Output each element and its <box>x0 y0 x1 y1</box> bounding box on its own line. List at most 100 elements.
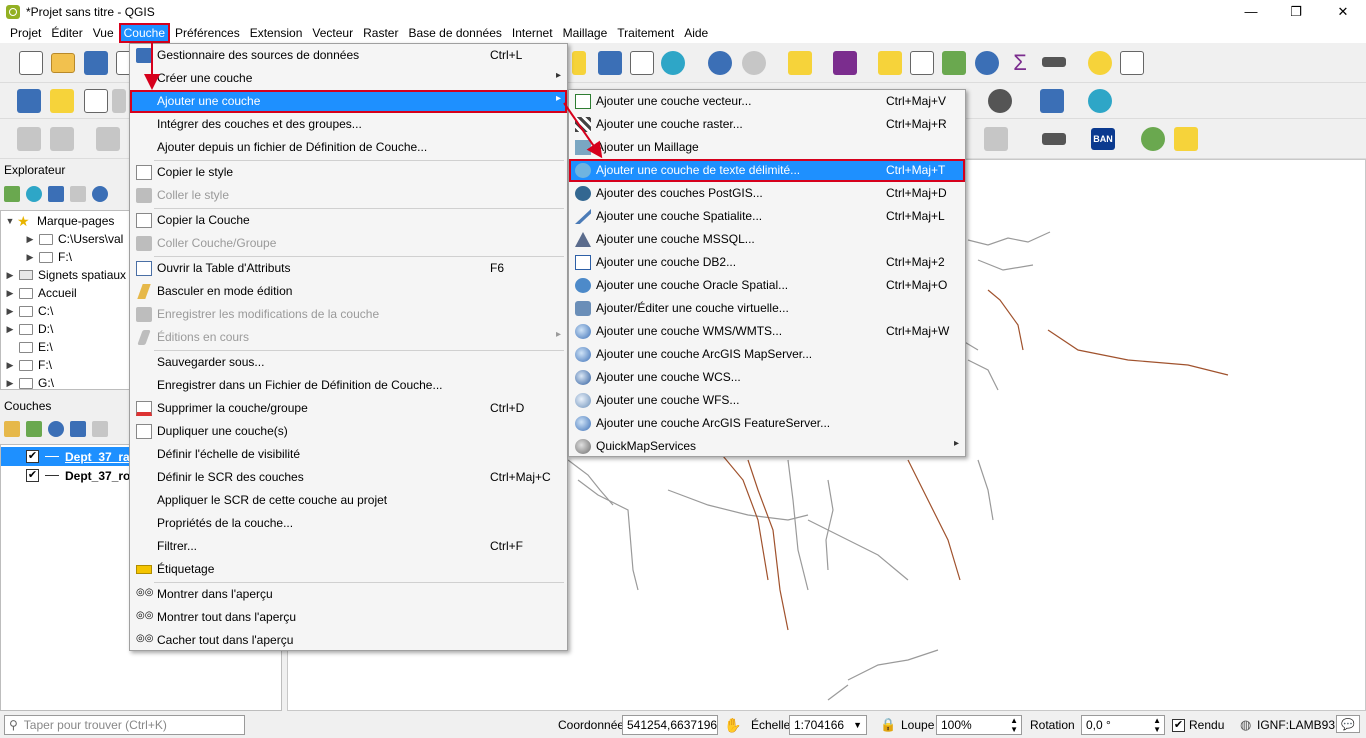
menu-item-add-layer[interactable]: Ajouter une couche ▸ <box>130 90 567 113</box>
identify-icon[interactable] <box>708 51 732 75</box>
menu-traitement[interactable]: Traitement <box>612 23 679 43</box>
zoom-actions-icon[interactable] <box>742 51 766 75</box>
tree-item-home[interactable]: ▶ Accueil <box>5 284 77 302</box>
collapsed-caret-icon[interactable]: ▶ <box>5 306 15 317</box>
menu-item-add-delimited-text-layer[interactable]: Ajouter une couche de texte délimité... … <box>569 159 965 182</box>
menu-couche[interactable]: Couche <box>118 23 170 43</box>
add-more-toolbar-icon[interactable] <box>112 89 126 113</box>
menu-base-de-donnees[interactable]: Base de données <box>403 23 506 43</box>
menu-item-embed-layers[interactable]: Intégrer des couches et des groupes... <box>130 113 567 136</box>
menu-item-hide-all-in-overview[interactable]: Cacher tout dans l'aperçu <box>130 629 567 652</box>
gps-icon[interactable] <box>1088 89 1112 113</box>
digitize-icon[interactable] <box>17 127 41 151</box>
menu-preferences[interactable]: Préférences <box>170 23 245 43</box>
menu-item-add-spatialite-layer[interactable]: Ajouter une couche Spatialite... Ctrl+Ma… <box>569 205 965 228</box>
menu-item-show-in-overview[interactable]: Montrer dans l'aperçu <box>130 583 567 606</box>
menu-aide[interactable]: Aide <box>679 23 713 43</box>
collapsed-caret-icon[interactable]: ▶ <box>5 378 15 389</box>
deselect-icon[interactable] <box>878 51 902 75</box>
menu-item-paste-layer[interactable]: Coller Couche/Groupe <box>130 232 567 255</box>
menu-item-add-wms-layer[interactable]: Ajouter une couche WMS/WMTS... Ctrl+Maj+… <box>569 320 965 343</box>
menu-item-layer-properties[interactable]: Propriétés de la couche... <box>130 512 567 535</box>
menu-item-filter[interactable]: Filtrer... Ctrl+F <box>130 535 567 558</box>
measure-icon[interactable] <box>1042 57 1066 67</box>
select-by-expression-icon[interactable] <box>833 51 857 75</box>
coordinate-field[interactable]: 541254,6637196 <box>622 715 718 735</box>
menu-item-add-wfs-layer[interactable]: Ajouter une couche WFS... <box>569 389 965 412</box>
menu-vue[interactable]: Vue <box>88 23 119 43</box>
tree-item-drive-d[interactable]: ▶ D:\ <box>5 320 54 338</box>
layers-filter-icon[interactable] <box>70 421 86 437</box>
dropdown-arrow-icon[interactable]: ▼ <box>853 720 862 730</box>
menu-item-save-as-definition[interactable]: Enregistrer dans un Fichier de Définitio… <box>130 374 567 397</box>
menu-item-paste-style[interactable]: Coller le style <box>130 184 567 207</box>
new-project-icon[interactable] <box>19 51 43 75</box>
collapsed-caret-icon[interactable]: ▶ <box>5 360 15 371</box>
map-tips-icon[interactable] <box>1088 51 1112 75</box>
statistics-icon[interactable]: Σ <box>1008 51 1032 75</box>
add-raster-toolbar-icon[interactable] <box>50 89 74 113</box>
rotation-spinbox[interactable]: 0,0 ° ▲ ▼ <box>1081 715 1165 735</box>
locator-search-input[interactable]: ⚲ Taper pour trouver (Ctrl+K) <box>4 715 245 735</box>
layer-visibility-checkbox[interactable]: ✔ <box>26 469 39 482</box>
mouse-icon[interactable]: ✋ <box>724 715 741 735</box>
menu-item-add-wcs-layer[interactable]: Ajouter une couche WCS... <box>569 366 965 389</box>
menu-item-toggle-editing[interactable]: Basculer en mode édition <box>130 280 567 303</box>
select-features-icon[interactable] <box>788 51 812 75</box>
menu-item-add-raster-layer[interactable]: Ajouter une couche raster... Ctrl+Maj+R <box>569 113 965 136</box>
style-manager-icon[interactable] <box>630 51 654 75</box>
menu-item-save-as[interactable]: Sauvegarder sous... <box>130 351 567 374</box>
collapsed-caret-icon[interactable]: ▶ <box>25 252 35 263</box>
menu-item-add-from-definition[interactable]: Ajouter depuis un fichier de Définition … <box>130 136 567 159</box>
menu-maillage[interactable]: Maillage <box>558 23 613 43</box>
messages-icon[interactable]: 💬 <box>1336 715 1360 733</box>
menu-item-show-all-in-overview[interactable]: Montrer tout dans l'aperçu <box>130 606 567 629</box>
add-selected-layers-icon[interactable] <box>4 186 20 202</box>
collapsed-caret-icon[interactable]: ▶ <box>5 324 15 335</box>
spin-arrows-icon[interactable]: ▲ ▼ <box>1153 716 1161 734</box>
refresh-icon[interactable] <box>661 51 685 75</box>
properties-icon[interactable] <box>92 186 108 202</box>
add-layer-toolbar-icon[interactable] <box>17 89 41 113</box>
collapsed-caret-icon[interactable]: ▶ <box>5 288 15 299</box>
menu-item-duplicate-layer[interactable]: Dupliquer une couche(s) <box>130 420 567 443</box>
lock-icon[interactable]: 🔒 <box>880 715 896 735</box>
search-plugin-icon[interactable] <box>1141 127 1165 151</box>
add-vector-toolbar-icon[interactable] <box>84 89 108 113</box>
ban-plugin-icon[interactable]: BAN <box>1091 128 1115 150</box>
minimize-button[interactable]: — <box>1228 0 1274 23</box>
menu-item-save-edits[interactable]: Enregistrer les modifications de la couc… <box>130 303 567 326</box>
open-project-icon[interactable] <box>51 53 75 73</box>
menu-item-add-db2-layer[interactable]: Ajouter une couche DB2... Ctrl+Maj+2 <box>569 251 965 274</box>
menu-item-remove-layer[interactable]: Supprimer la couche/groupe Ctrl+D <box>130 397 567 420</box>
tree-item-drive-f[interactable]: ▶ F:\ <box>5 356 52 374</box>
menu-item-set-crs[interactable]: Définir le SCR des couches Ctrl+Maj+C <box>130 466 567 489</box>
menu-item-set-scale-visibility[interactable]: Définir l'échelle de visibilité <box>130 443 567 466</box>
menu-item-add-arcgis-mapserver[interactable]: Ajouter une couche ArcGIS MapServer... <box>569 343 965 366</box>
crs-label[interactable]: IGNF:LAMB93 <box>1257 715 1335 735</box>
delete-feature-icon[interactable] <box>984 127 1008 151</box>
menu-item-add-virtual-layer[interactable]: Ajouter/Éditer une couche virtuelle... <box>569 297 965 320</box>
attribute-table-icon[interactable] <box>910 51 934 75</box>
close-button[interactable]: ✕ <box>1320 0 1366 23</box>
tree-item-users[interactable]: ▶ C:\Users\val <box>25 230 124 248</box>
add-group-icon[interactable] <box>26 421 42 437</box>
menu-item-apply-crs-to-project[interactable]: Appliquer le SCR de cette couche au proj… <box>130 489 567 512</box>
browser-refresh-icon[interactable] <box>26 186 42 202</box>
menu-projet[interactable]: Projet <box>5 23 46 43</box>
menu-item-labeling[interactable]: Étiquetage <box>130 558 567 581</box>
text-annotation-icon[interactable] <box>1120 51 1144 75</box>
menu-item-add-arcgis-featureserver[interactable]: Ajouter une couche ArcGIS FeatureServer.… <box>569 412 965 435</box>
menu-item-quickmapservices[interactable]: QuickMapServices ▸ <box>569 435 965 458</box>
tree-item-f-bookmark[interactable]: ▶ F:\ <box>25 248 72 266</box>
menu-item-add-mssql-layer[interactable]: Ajouter une couche MSSQL... <box>569 228 965 251</box>
menu-extension[interactable]: Extension <box>245 23 308 43</box>
filter-expression-icon[interactable] <box>92 421 108 437</box>
scale-combobox[interactable]: 1:704166 ▼ <box>789 715 867 735</box>
menu-item-current-edits[interactable]: Éditions en cours ▸ <box>130 326 567 349</box>
menu-item-add-postgis-layers[interactable]: Ajouter des couches PostGIS... Ctrl+Maj+… <box>569 182 965 205</box>
render-checkbox[interactable]: ✔ <box>1172 715 1185 735</box>
layer-visibility-checkbox[interactable]: ✔ <box>26 450 39 463</box>
maximize-button[interactable]: ❐ <box>1273 0 1319 23</box>
tree-item-bookmarks[interactable]: ▼ ★ Marque-pages <box>5 212 115 230</box>
